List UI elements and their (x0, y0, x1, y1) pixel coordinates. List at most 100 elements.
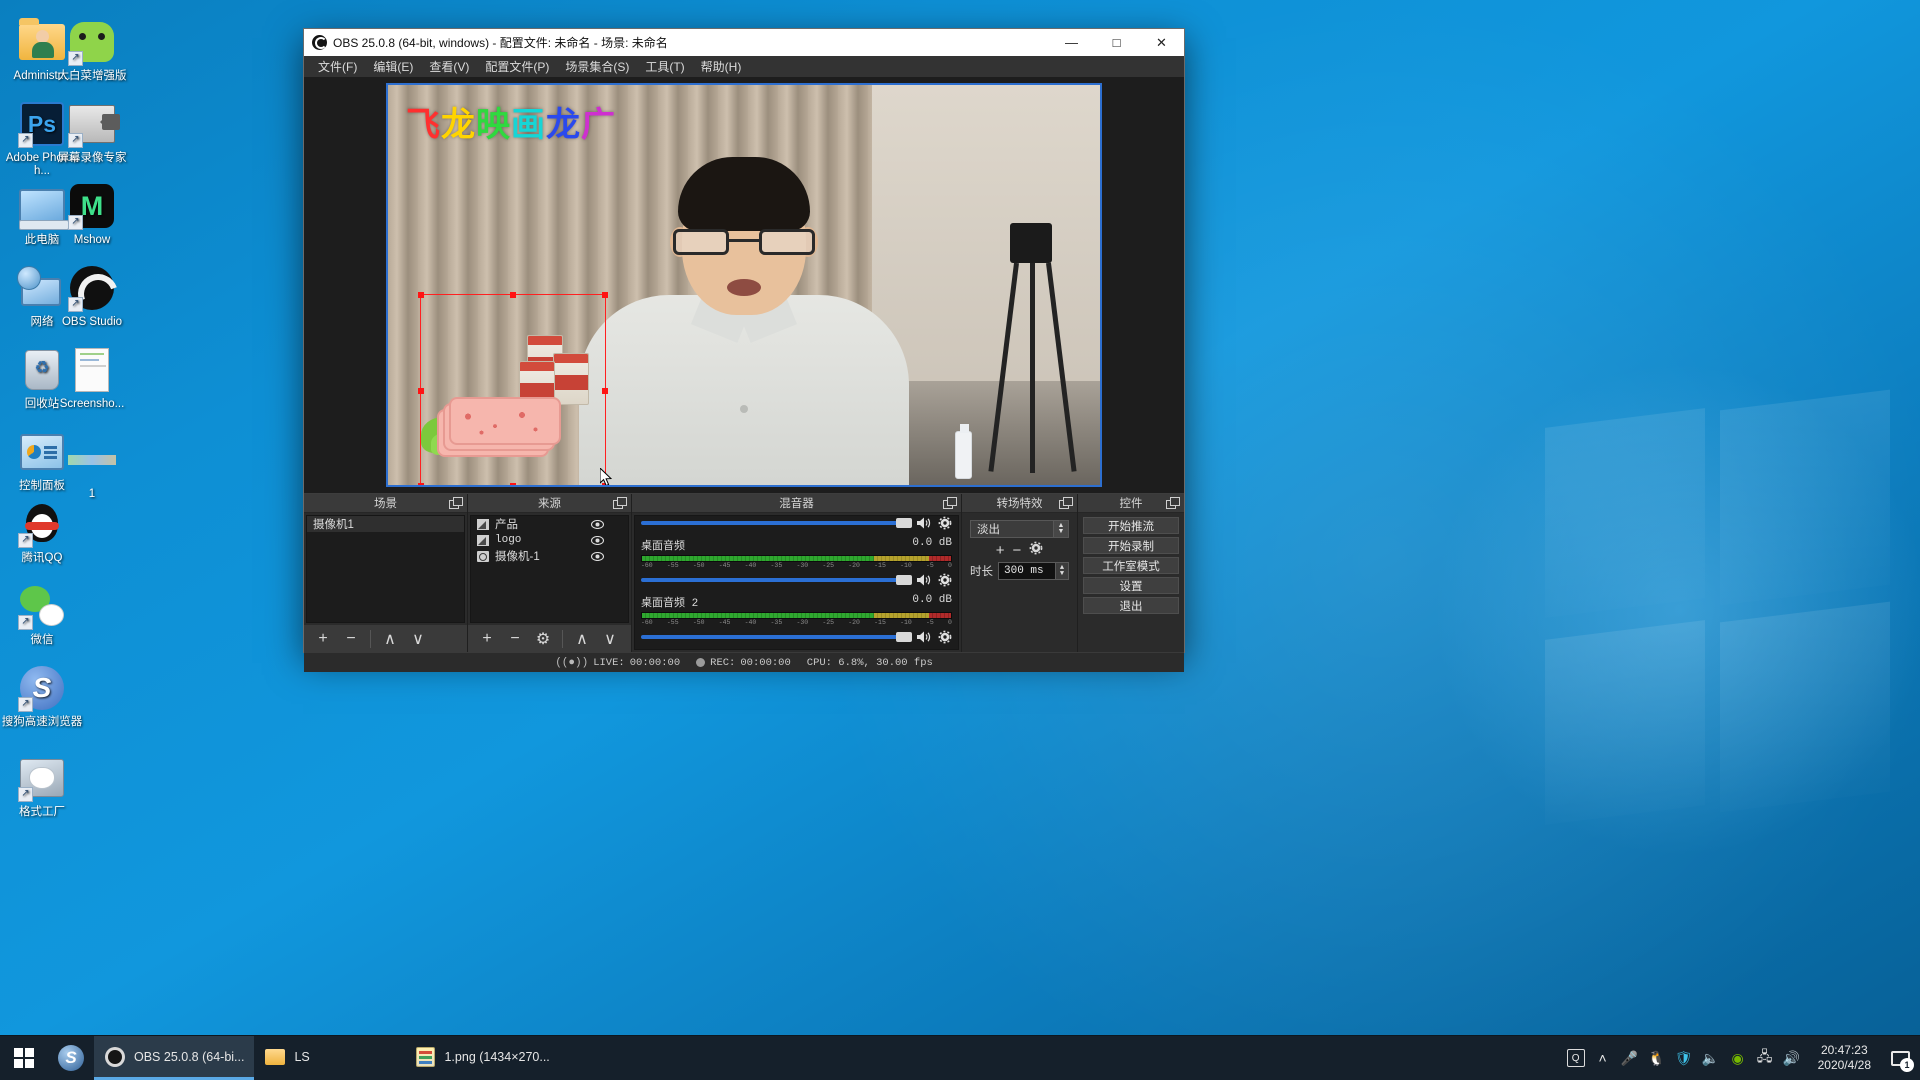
scene-list[interactable]: 摄像机1 (306, 515, 465, 623)
move-source-up-button[interactable]: ∧ (569, 628, 595, 650)
desktop-icon-screen-recorder[interactable]: 屏幕录像专家 (50, 100, 134, 165)
clock[interactable]: 20:47:23 2020/4/28 (1810, 1043, 1879, 1073)
maximize-button[interactable]: □ (1094, 29, 1139, 56)
menu-file[interactable]: 文件(F) (310, 56, 365, 77)
source-list-item[interactable]: 摄像机-1 (471, 548, 628, 564)
resize-handle-middle-right[interactable] (602, 388, 608, 394)
mixer-body: 桌面音频 0.0 dB -60 -55 -50 -45 -40 -35 -30 … (634, 515, 959, 650)
taskbar-item-ls[interactable]: LS (254, 1036, 404, 1080)
start-button[interactable] (0, 1036, 48, 1080)
source-list-item[interactable]: logo (471, 532, 628, 548)
menu-view[interactable]: 查看(V) (421, 56, 477, 77)
add-source-button[interactable]: + (474, 628, 500, 650)
visibility-eye-icon[interactable] (591, 534, 604, 547)
desktop-icon-dabaicai[interactable]: 大白菜增强版 (50, 18, 134, 83)
close-button[interactable]: ✕ (1139, 29, 1184, 56)
transition-properties-button[interactable] (1029, 541, 1043, 559)
preview-canvas[interactable]: 飞龙映画龙广 (386, 83, 1102, 487)
speaker-icon[interactable] (916, 516, 932, 530)
move-source-down-button[interactable]: ∨ (597, 628, 623, 650)
duration-input[interactable]: 300 ms ▲▼ (998, 562, 1069, 580)
slider-knob[interactable] (896, 518, 912, 528)
source-list-item[interactable]: 产品 (471, 516, 628, 532)
menu-profile[interactable]: 配置文件(P) (477, 56, 557, 77)
move-scene-up-button[interactable]: ∧ (377, 628, 403, 650)
resize-handle-top-center[interactable] (510, 292, 516, 298)
screen-capture-icon[interactable]: Q (1567, 1049, 1585, 1067)
desktop-icon-wechat[interactable]: 微信 (0, 582, 84, 647)
start-streaming-button[interactable]: 开始推流 (1083, 517, 1179, 534)
remove-source-button[interactable]: − (502, 628, 528, 650)
studio-mode-button[interactable]: 工作室模式 (1083, 557, 1179, 574)
volume-slider[interactable] (641, 635, 910, 639)
add-transition-button[interactable]: + (996, 542, 1005, 559)
gear-icon[interactable] (938, 516, 952, 530)
taskbar-item-obs[interactable]: OBS 25.0.8 (64-bi... (94, 1036, 254, 1080)
desktop-icon-format-factory[interactable]: 格式工厂 (0, 754, 84, 819)
resize-handle-top-right[interactable] (602, 292, 608, 298)
gear-icon[interactable] (938, 630, 952, 644)
meter-tick: -30 (796, 619, 808, 626)
resize-handle-top-left[interactable] (418, 292, 424, 298)
microphone-icon[interactable]: 🎤 (1621, 1049, 1639, 1067)
menu-tools[interactable]: 工具(T) (637, 56, 692, 77)
menu-edit[interactable]: 编辑(E) (365, 56, 421, 77)
slider-knob[interactable] (896, 575, 912, 585)
gear-icon[interactable] (938, 573, 952, 587)
speaker-icon[interactable] (916, 573, 932, 587)
source-selection-box[interactable] (420, 294, 606, 487)
notification-center-button[interactable]: 1 (1888, 1047, 1912, 1069)
taskbar-sogou-icon[interactable]: S (48, 1036, 94, 1080)
resize-handle-middle-left[interactable] (418, 388, 424, 394)
network-icon[interactable]: 🖧 (1756, 1049, 1774, 1067)
settings-button[interactable]: 设置 (1083, 577, 1179, 594)
transition-duration-row: 时长 300 ms ▲▼ (970, 562, 1069, 580)
menu-scene-collection[interactable]: 场景集合(S) (557, 56, 637, 77)
undock-icon[interactable] (449, 497, 461, 509)
desktop-icon-mshow[interactable]: M Mshow (50, 182, 134, 247)
exit-button[interactable]: 退出 (1083, 597, 1179, 614)
visibility-eye-icon[interactable] (591, 518, 604, 531)
undock-icon[interactable] (1059, 497, 1071, 509)
desktop-icon-image-1[interactable]: 1 (50, 436, 134, 501)
scene-list-item[interactable]: 摄像机1 (307, 516, 464, 532)
start-recording-button[interactable]: 开始录制 (1083, 537, 1179, 554)
minimize-button[interactable]: — (1049, 29, 1094, 56)
remove-scene-button[interactable]: − (338, 628, 364, 650)
source-properties-button[interactable]: ⚙ (530, 628, 556, 650)
slider-knob[interactable] (896, 632, 912, 642)
taskbar-item-image[interactable]: 1.png (1434×270... (404, 1036, 559, 1080)
desktop-icon-obs-studio[interactable]: OBS Studio (50, 264, 134, 329)
volume-slider[interactable] (641, 578, 910, 582)
meter-tick: -20 (848, 562, 860, 569)
resize-handle-bottom-left[interactable] (418, 483, 424, 487)
move-scene-down-button[interactable]: ∨ (405, 628, 431, 650)
volume-mute-icon[interactable]: 🔈 (1702, 1049, 1720, 1067)
add-scene-button[interactable]: + (310, 628, 336, 650)
dock-controls: 控件 开始推流 开始录制 工作室模式 设置 退出 (1078, 494, 1184, 652)
desktop-icon-qq[interactable]: 腾讯QQ (0, 500, 84, 565)
menu-help[interactable]: 帮助(H) (693, 56, 750, 77)
visibility-eye-icon[interactable] (591, 550, 604, 563)
remove-transition-button[interactable]: − (1013, 542, 1022, 559)
speaker-icon[interactable] (916, 630, 932, 644)
qq-tray-icon[interactable]: 🐧 (1648, 1049, 1666, 1067)
speaker-icon[interactable]: 🔊 (1783, 1049, 1801, 1067)
security-shield-icon[interactable]: 🛡 (1675, 1049, 1693, 1067)
undock-icon[interactable] (1166, 497, 1178, 509)
volume-slider[interactable] (641, 521, 910, 525)
obs-taskbar-icon (104, 1046, 126, 1068)
chevron-updown-icon[interactable]: ▲▼ (1053, 521, 1068, 537)
desktop-icon-label: Screensho... (50, 398, 134, 411)
chevron-up-icon[interactable]: ˄ (1594, 1049, 1612, 1067)
undock-icon[interactable] (613, 497, 625, 509)
undock-icon[interactable] (943, 497, 955, 509)
resize-handle-bottom-center[interactable] (510, 483, 516, 487)
spinner-icon[interactable]: ▲▼ (1055, 563, 1068, 579)
desktop-icon-screenshot[interactable]: Screensho... (50, 346, 134, 411)
nvidia-icon[interactable]: ◉ (1729, 1049, 1747, 1067)
desktop-icon-sogou-browser[interactable]: S 搜狗高速浏览器 (0, 664, 84, 729)
transition-select[interactable]: 淡出 ▲▼ (970, 520, 1069, 538)
meter-tick: 0 (948, 562, 952, 569)
source-list[interactable]: 产品 logo 摄像机-1 (470, 515, 629, 623)
